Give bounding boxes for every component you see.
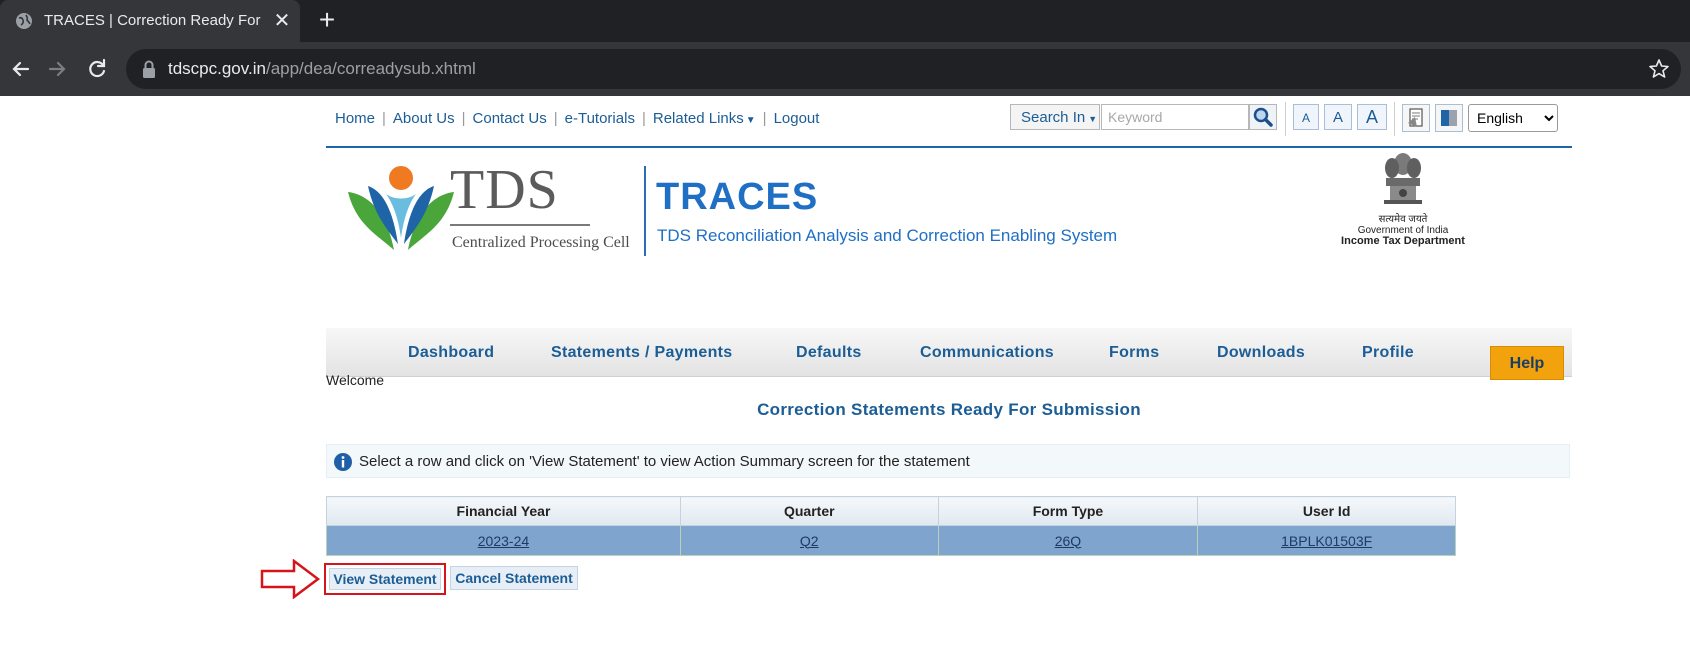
view-statement-button[interactable]: View Statement	[329, 568, 441, 590]
bookmark-star-icon[interactable]	[1647, 57, 1671, 81]
divider	[450, 224, 590, 226]
browser-tab-bar: TRACES | Correction Ready For Submission…	[0, 0, 1690, 42]
nav-dashboard[interactable]: Dashboard	[408, 344, 494, 362]
link-home[interactable]: Home	[335, 110, 375, 127]
view-statement-highlight: View Statement	[324, 563, 446, 595]
help-button[interactable]: Help	[1490, 346, 1564, 380]
tds-wordmark: TDS	[450, 159, 559, 221]
nav-profile[interactable]: Profile	[1362, 344, 1414, 362]
column-header-form-type[interactable]: Form Type	[937, 496, 1199, 526]
keyword-search-input[interactable]	[1101, 104, 1249, 130]
reload-icon[interactable]	[82, 54, 112, 84]
language-select[interactable]: English	[1468, 104, 1558, 132]
forward-arrow-icon[interactable]	[42, 54, 72, 84]
form-type-link[interactable]: 26Q	[1055, 533, 1081, 549]
national-emblem-icon	[1384, 153, 1422, 204]
user-id-link[interactable]: 1BPLK01503F	[1281, 533, 1372, 549]
cell-quarter: Q2	[679, 525, 939, 556]
cell-form-type: 26Q	[937, 525, 1199, 556]
cell-financial-year: 2023-24	[326, 525, 681, 556]
divider	[1285, 102, 1286, 136]
nav-forms[interactable]: Forms	[1109, 344, 1159, 362]
financial-year-link[interactable]: 2023-24	[478, 533, 529, 549]
separator: |	[553, 110, 558, 127]
link-contact-us[interactable]: Contact Us	[473, 110, 547, 127]
separator: |	[461, 110, 466, 127]
lock-icon[interactable]	[140, 59, 158, 79]
back-arrow-icon[interactable]	[6, 54, 36, 84]
separator: |	[762, 110, 767, 127]
nav-communications[interactable]: Communications	[920, 344, 1054, 362]
emblem-department: Income Tax Department	[1341, 235, 1465, 247]
column-header-quarter[interactable]: Quarter	[679, 496, 939, 526]
search-in-dropdown[interactable]: Search In ▼	[1010, 104, 1100, 130]
table-row[interactable]: 2023-24 Q2 26Q 1BPLK01503F	[326, 525, 1456, 556]
related-links-label: Related Links	[652, 110, 744, 127]
traces-subtitle: TDS Reconciliation Analysis and Correcti…	[657, 226, 1118, 245]
search-button[interactable]	[1249, 104, 1277, 130]
quarter-link[interactable]: Q2	[800, 533, 819, 549]
print-button[interactable]	[1402, 104, 1430, 132]
font-size-medium-button[interactable]: A	[1324, 104, 1352, 130]
pointer-arrow-icon	[260, 559, 320, 599]
dropdown-caret-icon: ▼	[1088, 114, 1098, 124]
info-text: Select a row and click on 'View Statemen…	[359, 453, 970, 470]
contrast-button[interactable]	[1435, 104, 1463, 132]
close-tab-icon[interactable]: ✕	[272, 11, 292, 31]
link-e-tutorials[interactable]: e-Tutorials	[565, 110, 635, 127]
column-header-financial-year[interactable]: Financial Year	[326, 496, 681, 526]
separator: |	[382, 110, 386, 127]
dropdown-caret-icon: ▼	[745, 115, 756, 126]
tds-logo-icon	[348, 166, 454, 250]
cancel-statement-button[interactable]: Cancel Statement	[450, 566, 578, 590]
url-text[interactable]: tdscpc.gov.in/app/dea/correadysub.xhtml	[168, 59, 476, 79]
nav-downloads[interactable]: Downloads	[1217, 344, 1305, 362]
tab-title: TRACES | Correction Ready For Submission	[44, 12, 264, 29]
url-path: /app/dea/correadysub.xhtml	[265, 59, 476, 78]
info-icon	[334, 453, 352, 471]
traces-title: TRACES	[656, 176, 819, 218]
top-links-bar: Home | About Us | Contact Us | e-Tutorials | Rel…	[326, 96, 1572, 148]
font-size-small-button[interactable]: A	[1293, 104, 1319, 130]
table-header-row: Financial Year Quarter Form Type User Id	[326, 496, 1456, 526]
emblem-caption: सत्यमेव जयते Government of India Income …	[1328, 214, 1478, 247]
new-tab-icon[interactable]: +	[314, 6, 340, 34]
tds-subtitle: Centralized Processing Cell	[452, 234, 630, 251]
divider	[644, 166, 646, 256]
link-logout[interactable]: Logout	[774, 110, 820, 127]
welcome-text: Welcome	[326, 372, 385, 388]
emblem-motto: सत्यमेव जयते	[1378, 214, 1428, 225]
page-title: Correction Statements Ready For Submissi…	[757, 400, 1141, 419]
info-message: Select a row and click on 'View Statemen…	[326, 444, 1570, 478]
main-navigation: Dashboard Statements / Payments Defaults…	[326, 328, 1572, 377]
cell-user-id: 1BPLK01503F	[1197, 525, 1456, 556]
statements-table: Financial Year Quarter Form Type User Id…	[326, 496, 1456, 556]
separator: |	[641, 110, 646, 127]
column-header-user-id[interactable]: User Id	[1197, 496, 1456, 526]
document-icon	[1408, 108, 1423, 127]
url-domain: tdscpc.gov.in	[168, 59, 266, 78]
nav-statements-payments[interactable]: Statements / Payments	[551, 344, 732, 362]
address-bar[interactable]: tdscpc.gov.in/app/dea/correadysub.xhtml	[126, 49, 1681, 89]
font-size-large-button[interactable]: A	[1357, 104, 1387, 130]
search-icon	[1253, 107, 1273, 127]
search-in-label: Search In	[1021, 109, 1086, 126]
link-about-us[interactable]: About Us	[393, 110, 455, 127]
contrast-icon	[1441, 110, 1457, 126]
nav-defaults[interactable]: Defaults	[796, 344, 862, 362]
globe-icon	[16, 13, 32, 29]
top-links: Home | About Us | Contact Us | e-Tutorials | Rel…	[335, 110, 819, 127]
header-banner: TDS Centralized Processing Cell TRACES T…	[326, 148, 1572, 377]
link-related-links[interactable]: Related Links ▼	[653, 110, 756, 127]
browser-tab-active[interactable]: TRACES | Correction Ready For Submission…	[0, 0, 300, 42]
browser-toolbar: tdscpc.gov.in/app/dea/correadysub.xhtml	[0, 42, 1690, 96]
divider	[1394, 102, 1395, 136]
